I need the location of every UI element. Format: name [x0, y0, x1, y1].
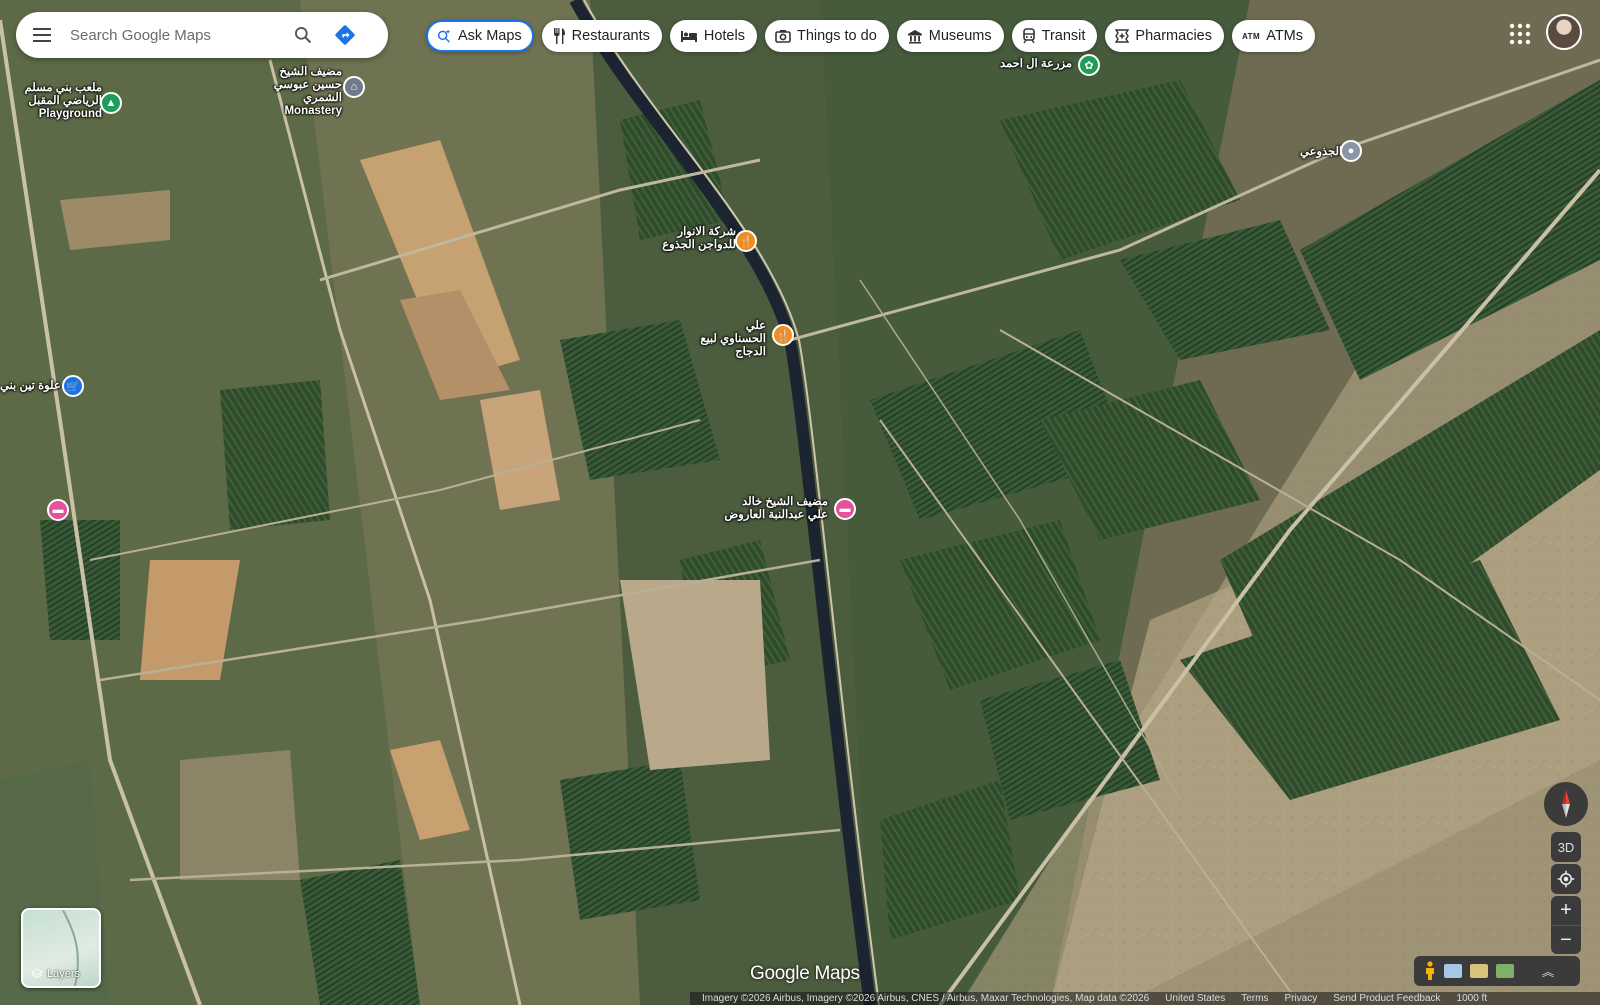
tilt-3d-button[interactable]: 3D	[1551, 832, 1581, 862]
place-label-monastery[interactable]: مضيف الشيخ حسين عبوسي الشمري Monastery	[250, 66, 342, 118]
museum-icon	[907, 29, 922, 43]
chip-label: Things to do	[796, 28, 877, 44]
atm-icon: ATM	[1241, 31, 1261, 41]
chip-label: Museums	[928, 28, 992, 44]
place-label-playground[interactable]: ملعب بني مسلم الرياضي المقبل Playground	[22, 82, 102, 121]
playground-type: Playground	[38, 108, 102, 120]
privacy-link[interactable]: Privacy	[1284, 993, 1317, 1004]
search-input[interactable]	[68, 14, 282, 56]
restaurant-1-name: شركة الانوار للدواجن الجذوع	[662, 226, 736, 251]
layers-icon	[31, 968, 43, 979]
search-button[interactable]	[282, 12, 324, 58]
hotel-pin-icon[interactable]: ▬	[47, 499, 69, 521]
search-box	[16, 12, 388, 58]
zoom-in-button[interactable]: +	[1551, 896, 1581, 925]
monastery-pin-icon[interactable]: ⌂	[343, 76, 365, 98]
chip-things-to-do[interactable]: Things to do	[764, 20, 889, 52]
farm-pin-icon[interactable]: ✿	[1078, 54, 1100, 76]
chip-transit[interactable]: Transit	[1011, 20, 1098, 52]
chip-label: Ask Maps	[458, 28, 522, 44]
farm-name: مزرعة ال احمد	[1000, 58, 1073, 70]
chip-restaurants[interactable]: Restaurants	[541, 20, 662, 52]
place-label-village[interactable]: الجذوعي	[1300, 146, 1342, 159]
chip-label: Pharmacies	[1135, 28, 1212, 44]
3d-label: 3D	[1557, 839, 1575, 855]
chip-label: Restaurants	[571, 28, 650, 44]
village-name: الجذوعي	[1300, 146, 1343, 158]
restaurant-pin-icon[interactable]: 🍴	[735, 230, 757, 252]
directions-button[interactable]	[324, 12, 366, 58]
train-icon	[1022, 28, 1035, 44]
monastery-type: Monastery	[284, 105, 342, 117]
place-label-restaurant-2[interactable]: علي الحسناوي لبيع الدجاج	[700, 320, 766, 359]
restaurant-pin-icon[interactable]: 🍴	[772, 324, 794, 346]
place-label-restaurant-1[interactable]: شركة الانوار للدواجن الجذوع	[660, 226, 736, 252]
attribution-footer: Imagery ©2026 Airbus, Imagery ©2026 Airb…	[690, 992, 1600, 1005]
google-maps-logo: Google Maps	[750, 963, 860, 984]
my-location-button[interactable]	[1551, 864, 1581, 894]
camera-icon	[775, 30, 791, 43]
park-pin-icon[interactable]: ▲	[100, 92, 122, 114]
compass-button[interactable]	[1544, 782, 1588, 826]
chip-museums[interactable]: Museums	[896, 20, 1004, 52]
search-icon	[295, 27, 312, 44]
shop-name: علوة تين بني	[0, 380, 61, 392]
ask-maps-icon	[437, 29, 451, 43]
bed-icon	[680, 31, 697, 42]
playground-name: ملعب بني مسلم الرياضي المقبل	[24, 82, 102, 107]
apps-grid-icon[interactable]	[1508, 22, 1532, 46]
chip-label: Hotels	[703, 28, 745, 44]
compass-icon	[1562, 790, 1570, 818]
directions-icon	[335, 25, 355, 45]
imagery-attribution: Imagery ©2026 Airbus, Imagery ©2026 Airb…	[702, 993, 1150, 1004]
hamburger-icon	[33, 34, 51, 36]
place-label-farm[interactable]: مزرعة ال احمد	[1000, 58, 1072, 71]
country-link[interactable]: United States	[1165, 993, 1225, 1004]
location-pin-icon[interactable]: ●	[1340, 140, 1362, 162]
terms-link[interactable]: Terms	[1241, 993, 1268, 1004]
map-type-thumb-terrain[interactable]	[1470, 964, 1488, 978]
chip-ask-maps[interactable]: Ask Maps	[426, 20, 534, 52]
chip-pharmacies[interactable]: Pharmacies	[1105, 20, 1224, 52]
layers-button[interactable]: Layers	[21, 908, 101, 988]
chip-atms[interactable]: ATM ATMs	[1231, 20, 1315, 52]
map-type-thumb-default[interactable]	[1444, 964, 1462, 978]
map-type-thumb-satellite[interactable]	[1496, 964, 1514, 978]
hotel-pin-icon[interactable]: ▬	[834, 498, 856, 520]
menu-button[interactable]	[16, 12, 68, 58]
chip-label: ATMs	[1266, 28, 1303, 44]
expand-chevron-icon[interactable]: ︽	[1542, 963, 1554, 980]
zoom-out-button[interactable]: −	[1551, 925, 1581, 955]
my-location-icon	[1557, 870, 1575, 888]
feedback-link[interactable]: Send Product Feedback	[1333, 993, 1440, 1004]
pharmacy-icon	[1115, 29, 1130, 43]
chip-hotels[interactable]: Hotels	[669, 20, 757, 52]
shopping-cart-pin-icon[interactable]: 🛒	[62, 375, 84, 397]
chip-label: Transit	[1041, 28, 1086, 44]
pegman-icon[interactable]	[1424, 961, 1436, 981]
place-label-hotel[interactable]: مضيف الشيخ خالد علي عبدالنبة العاروض	[724, 496, 828, 522]
category-chips: Ask Maps Restaurants Hotels Things to do…	[426, 20, 1315, 52]
place-label-shop[interactable]: علوة تين بني	[0, 380, 61, 393]
layers-label: Layers	[31, 968, 80, 980]
hotel-name: مضيف الشيخ خالد علي عبدالنبة العاروض	[724, 496, 828, 521]
restaurant-2-name: علي الحسناوي لبيع الدجاج	[700, 320, 766, 358]
bottom-map-tools: ︽	[1414, 956, 1580, 986]
monastery-name: مضيف الشيخ حسين عبوسي الشمري	[273, 66, 342, 104]
scale-bar[interactable]: 1000 ft	[1457, 993, 1488, 1004]
zoom-controls: + −	[1551, 896, 1581, 954]
fork-knife-icon	[553, 28, 565, 44]
account-avatar[interactable]	[1546, 14, 1582, 50]
